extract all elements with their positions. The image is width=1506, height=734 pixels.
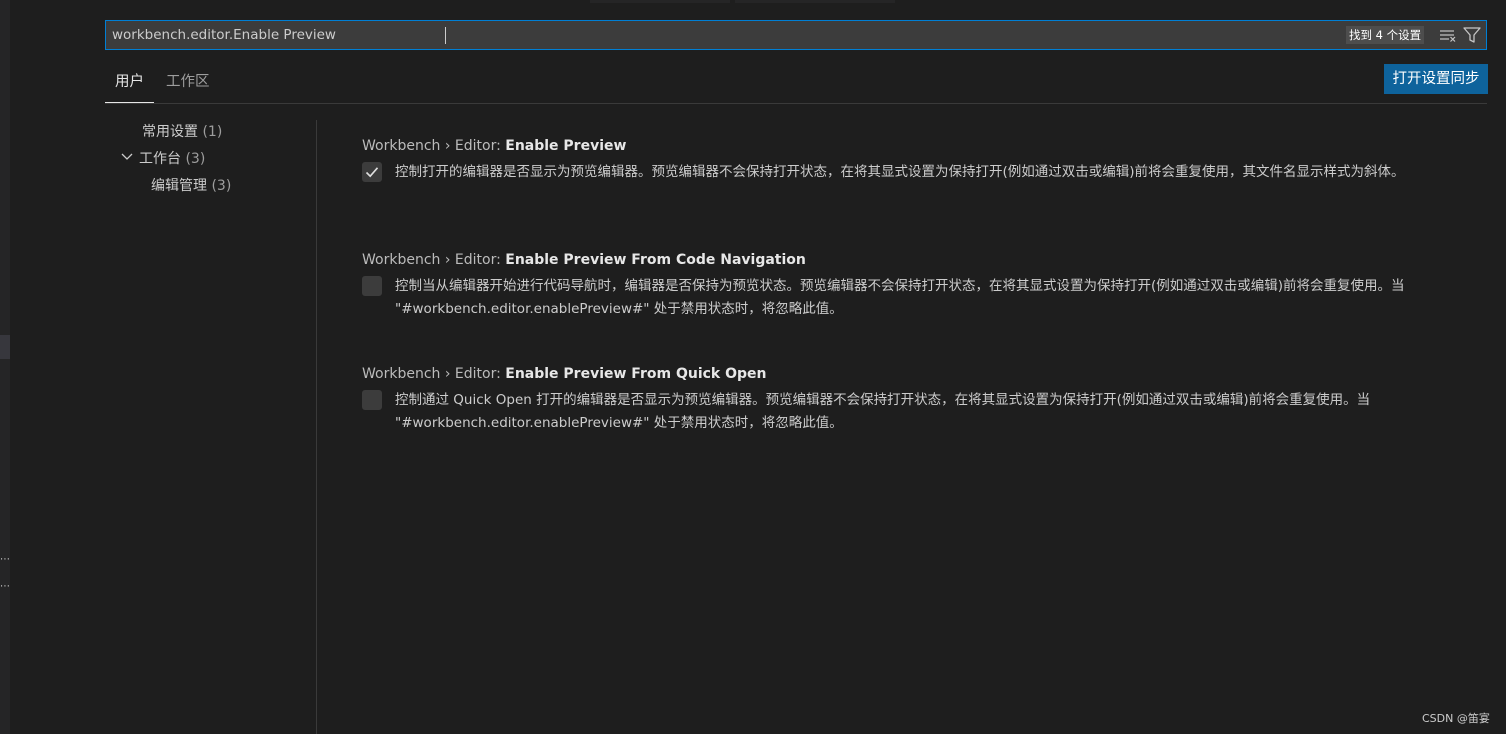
toc-item-commonly-used[interactable]: 常用设置 (1) [142,121,222,143]
activity-bar-edge: ⋯ ⋯ [0,0,10,734]
check-icon [365,167,379,178]
setting-checkbox-checked[interactable] [362,162,382,182]
tab-user[interactable]: 用户 [105,72,154,103]
toc-divider [316,120,317,734]
setting-name: Enable Preview From Code Navigation [505,252,806,268]
text-caret [445,27,446,44]
editor-tab-strip-edge [10,0,1506,3]
setting-description: 控制当从编辑器开始进行代码导航时，编辑器是否保持为预览状态。预览编辑器不会保持打… [395,278,1405,317]
chevron-down-icon [121,153,133,160]
clear-filter-icon[interactable] [1438,26,1458,44]
setting-enable-preview-from-code-navigation: Workbench › Editor: Enable Preview From … [362,251,1472,321]
setting-title: Workbench › Editor: Enable Preview From … [362,251,1472,269]
setting-checkbox[interactable] [362,276,382,296]
setting-title: Workbench › Editor: Enable Preview From … [362,365,1472,383]
setting-enable-preview: Workbench › Editor: Enable Preview 控制打开的… [362,137,1472,184]
filter-icon[interactable] [1462,26,1482,44]
ellipsis-icon: ⋯ [0,554,10,565]
toc-item-label: 常用设置 [142,124,198,140]
settings-sync-button[interactable]: 打开设置同步 [1384,64,1488,94]
setting-category: Workbench › Editor: [362,252,506,268]
toc-item-label: 编辑管理 [151,178,207,194]
setting-category: Workbench › Editor: [362,366,506,382]
activity-bar-indicator [0,335,10,359]
setting-description: 控制通过 Quick Open 打开的编辑器是否显示为预览编辑器。预览编辑器不会… [395,392,1371,431]
setting-category: Workbench › Editor: [362,138,506,154]
search-result-count: 找到 4 个设置 [1346,26,1425,44]
setting-enable-preview-from-quick-open: Workbench › Editor: Enable Preview From … [362,365,1472,435]
settings-scope-tabs: 用户 工作区 [105,64,1487,104]
settings-search-input[interactable] [106,21,1338,49]
ellipsis-icon: ⋯ [0,581,10,592]
setting-name: Enable Preview From Quick Open [505,366,767,382]
toc-item-editor-management[interactable]: 编辑管理 (3) [151,175,231,197]
watermark: CSDN @笛宴 [1422,712,1490,725]
setting-name: Enable Preview [505,138,627,154]
tab-workspace[interactable]: 工作区 [166,72,210,102]
settings-search-box[interactable]: 找到 4 个设置 [105,20,1487,50]
toc-item-count: (3) [185,151,206,167]
setting-description: 控制打开的编辑器是否显示为预览编辑器。预览编辑器不会保持打开状态，在将其显式设置… [395,164,1405,180]
toc-item-count: (1) [202,124,223,140]
toc-item-label: 工作台 [139,151,181,167]
toc-item-count: (3) [211,178,232,194]
setting-title: Workbench › Editor: Enable Preview [362,137,1472,155]
setting-checkbox[interactable] [362,390,382,410]
toc-item-workbench[interactable]: 工作台 (3) [120,148,205,170]
